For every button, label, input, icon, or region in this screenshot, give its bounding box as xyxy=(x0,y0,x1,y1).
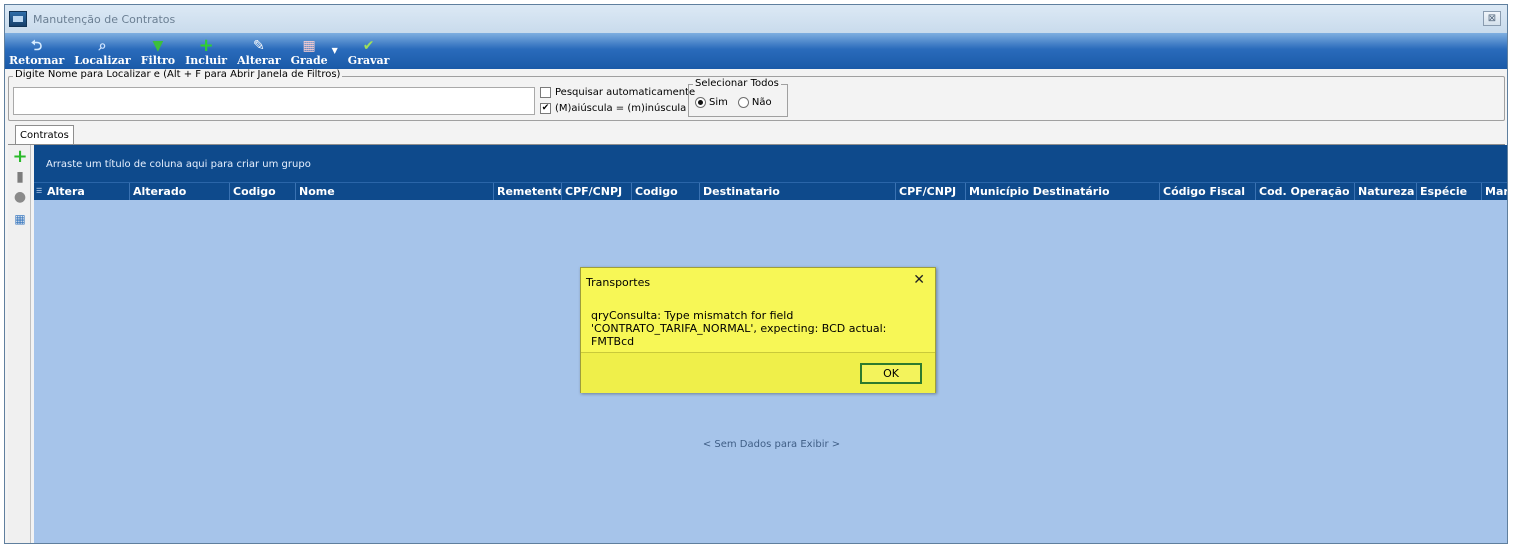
col-header-altera[interactable]: Altera xyxy=(44,183,130,200)
localizar-label: Localizar xyxy=(74,54,131,67)
incluir-label: Incluir xyxy=(185,54,228,67)
col-header-codigo-destinatario[interactable]: Codigo xyxy=(632,183,700,200)
col-header-alterado[interactable]: Alterado xyxy=(130,183,230,200)
select-all-radios: Sim Não xyxy=(695,97,782,108)
undo-icon: ⮌ xyxy=(31,38,43,54)
dialog-message: qryConsulta: Type mismatch for field 'CO… xyxy=(591,309,931,348)
col-header-especie[interactable]: Espécie xyxy=(1417,183,1482,200)
col-header-cpf-cnpj-destinatario[interactable]: CPF/CNPJ xyxy=(896,183,966,200)
auto-search-label: Pesquisar automaticamente xyxy=(555,87,696,98)
retornar-label: Retornar xyxy=(9,54,65,67)
edit-icon: ✎ xyxy=(253,38,265,54)
title-bar: Manutenção de Contratos ⊠ xyxy=(5,5,1507,33)
radio-nao[interactable] xyxy=(737,97,749,108)
tab-contratos[interactable]: Contratos xyxy=(15,125,74,145)
retornar-button[interactable]: ⮌ Retornar xyxy=(9,38,64,69)
radio-sim[interactable] xyxy=(695,97,706,108)
filtro-button[interactable]: ▼ Filtro xyxy=(141,38,175,69)
group-by-panel[interactable]: Arraste um título de coluna aqui para cr… xyxy=(34,145,1507,182)
filter-icon: ▼ xyxy=(152,38,164,54)
dialog-footer: OK xyxy=(581,353,935,393)
gravar-label: Gravar xyxy=(347,54,390,67)
select-all-legend: Selecionar Todos xyxy=(693,78,781,89)
app-icon xyxy=(9,11,27,27)
window-close-button[interactable]: ⊠ xyxy=(1483,11,1501,26)
grid-settings-icon[interactable]: ▦ xyxy=(12,211,28,227)
auto-search-checkbox[interactable] xyxy=(540,87,551,98)
search-legend: Digite Nome para Localizar e (Alt + F pa… xyxy=(13,69,343,80)
grade-button[interactable]: ▦ Grade xyxy=(291,38,328,69)
radio-sim-label: Sim xyxy=(709,97,728,108)
column-chooser-icon[interactable]: ☰ xyxy=(34,183,44,200)
search-icon: ⌕ xyxy=(98,38,107,54)
case-insensitive-label: (M)aiúscula = (m)inúscula xyxy=(555,103,687,114)
dialog-close-icon[interactable]: ✕ xyxy=(913,272,925,288)
select-all-group: Selecionar Todos Sim Não xyxy=(688,78,788,117)
ok-button[interactable]: OK xyxy=(860,363,922,384)
alterar-button[interactable]: ✎ Alterar xyxy=(237,38,281,69)
search-input[interactable] xyxy=(13,87,535,115)
search-group: Digite Nome para Localizar e (Alt + F pa… xyxy=(8,69,1505,121)
info-icon[interactable]: ● xyxy=(12,189,28,205)
case-insensitive-checkbox[interactable]: ✔ xyxy=(540,103,551,114)
case-insensitive-option[interactable]: ✔ (M)aiúscula = (m)inúscula xyxy=(540,103,686,114)
grid-icon: ▦ xyxy=(302,38,316,54)
localizar-button[interactable]: ⌕ Localizar xyxy=(74,38,130,69)
alterar-label: Alterar xyxy=(237,54,281,67)
col-header-remetente[interactable]: Remetente xyxy=(494,183,562,200)
toolbar: ⮌ Retornar ⌕ Localizar ▼ Filtro + Inclui… xyxy=(5,33,1507,69)
plus-icon: + xyxy=(198,35,214,56)
gravar-button[interactable]: ✔ Gravar xyxy=(348,38,390,69)
col-header-natureza[interactable]: Natureza xyxy=(1355,183,1417,200)
grade-dropdown-icon[interactable]: ▼ xyxy=(332,46,338,55)
col-header-cpf-cnpj-remetente[interactable]: CPF/CNPJ xyxy=(562,183,632,200)
col-header-cod-operacao[interactable]: Cod. Operação xyxy=(1256,183,1355,200)
add-row-icon[interactable]: + xyxy=(12,148,28,166)
col-header-destinatario[interactable]: Destinatario xyxy=(700,183,896,200)
error-dialog: Transportes ✕ qryConsulta: Type mismatch… xyxy=(580,267,936,393)
radio-nao-label: Não xyxy=(751,97,772,108)
window-title: Manutenção de Contratos xyxy=(33,12,176,26)
col-header-nome[interactable]: Nome xyxy=(296,183,494,200)
filtro-label: Filtro xyxy=(140,54,176,67)
dialog-title: Transportes xyxy=(586,276,651,289)
dialog-message-line-2: 'CONTRATO_TARIFA_NORMAL', expecting: BCD… xyxy=(591,322,887,348)
col-header-codigo-fiscal[interactable]: Código Fiscal xyxy=(1160,183,1256,200)
side-toolbar: + ▮ ● ▦ xyxy=(8,145,31,543)
col-header-municipio-destinatario[interactable]: Município Destinatário xyxy=(966,183,1160,200)
dialog-message-line-1: qryConsulta: Type mismatch for field xyxy=(591,309,794,322)
delete-row-icon[interactable]: ▮ xyxy=(12,169,28,185)
col-header-codigo[interactable]: Codigo xyxy=(230,183,296,200)
incluir-button[interactable]: + Incluir xyxy=(185,35,228,69)
col-header-mar[interactable]: Mar xyxy=(1482,183,1507,200)
grid-header-row: ☰ Altera Alterado Codigo Nome Remetente … xyxy=(34,182,1507,200)
empty-grid-message: < Sem Dados para Exibir > xyxy=(702,439,841,450)
auto-search-option[interactable]: Pesquisar automaticamente xyxy=(540,87,695,98)
grade-label: Grade xyxy=(290,54,328,67)
check-icon: ✔ xyxy=(362,38,375,54)
